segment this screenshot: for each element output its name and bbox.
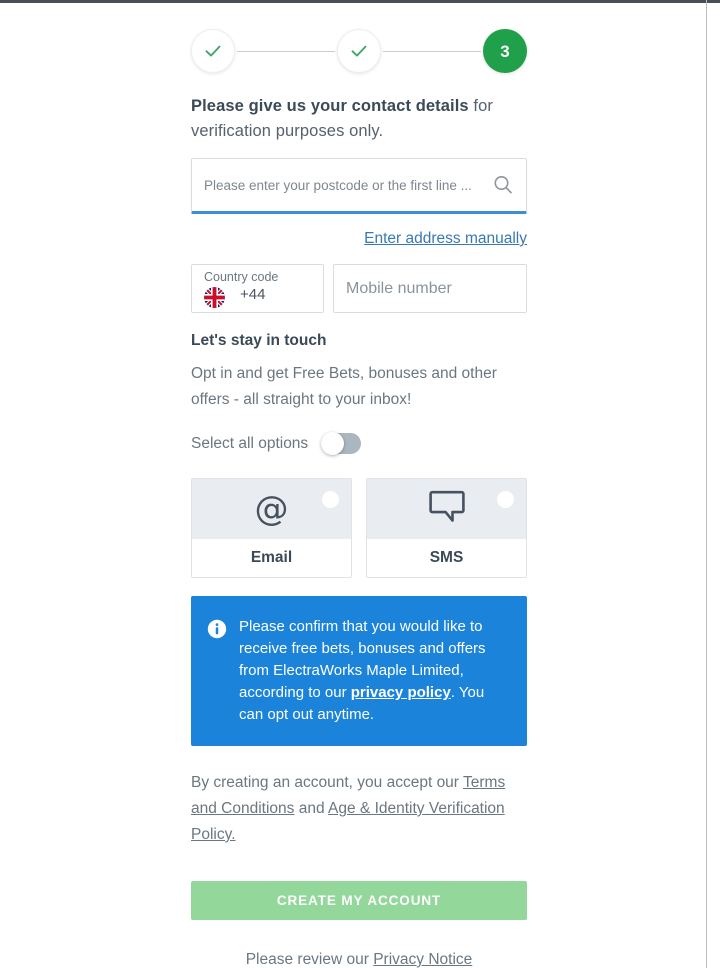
stepper-connector-2 xyxy=(383,50,481,52)
country-code-select[interactable]: Country code +44 xyxy=(191,264,324,313)
form-content: 3 Please give us your contact details fo… xyxy=(191,0,527,968)
registration-page: 3 Please give us your contact details fo… xyxy=(0,0,720,968)
mobile-number-field[interactable] xyxy=(333,264,527,313)
stay-in-touch-heading: Let's stay in touch xyxy=(191,332,327,349)
progress-stepper: 3 xyxy=(191,18,527,84)
address-search-field[interactable] xyxy=(191,158,527,214)
uk-flag-icon xyxy=(204,287,225,308)
consent-info-text: Please confirm that you would like to re… xyxy=(239,616,509,726)
stepper-step-1[interactable] xyxy=(191,29,235,73)
check-icon xyxy=(348,40,370,62)
channel-card-sms[interactable]: SMS xyxy=(366,478,527,578)
terms-part-2: and xyxy=(294,800,329,817)
terms-text: By creating an account, you accept our T… xyxy=(191,770,527,848)
enter-address-manually-link[interactable]: Enter address manually xyxy=(364,230,527,247)
dial-code-value: +44 xyxy=(240,286,266,303)
privacy-policy-link[interactable]: privacy policy xyxy=(351,684,451,701)
terms-part-1: By creating an account, you accept our xyxy=(191,774,463,791)
channel-card-email-radio[interactable] xyxy=(322,491,339,508)
country-code-label: Country code xyxy=(204,270,279,284)
check-icon xyxy=(202,40,224,62)
select-all-label: Select all options xyxy=(191,434,309,452)
channel-card-email-label: Email xyxy=(192,539,351,577)
privacy-notice-text: Please review our xyxy=(245,951,374,968)
stay-in-touch-body: Opt in and get Free Bets, bonuses and ot… xyxy=(191,365,497,408)
create-my-account-button[interactable]: CREATE MY ACCOUNT xyxy=(191,881,527,920)
toggle-knob xyxy=(321,432,345,455)
privacy-notice-link[interactable]: Privacy Notice xyxy=(373,951,472,968)
channel-card-sms-radio[interactable] xyxy=(497,491,514,508)
select-all-row: Select all options xyxy=(191,432,527,455)
select-all-toggle[interactable] xyxy=(321,432,362,455)
at-sign-icon: @ xyxy=(254,489,289,529)
channel-cards: @ Email SMS xyxy=(191,478,527,578)
right-divider xyxy=(706,0,707,968)
channel-card-email[interactable]: @ Email xyxy=(191,478,352,578)
stepper-step-3-label: 3 xyxy=(500,41,510,61)
page-title: Please give us your contact details for … xyxy=(191,94,527,144)
manual-address-row: Enter address manually xyxy=(191,230,527,248)
page-title-bold: Please give us your contact details xyxy=(191,97,469,115)
channel-card-sms-label: SMS xyxy=(367,539,526,577)
info-circle-icon xyxy=(207,619,227,639)
stepper-step-2[interactable] xyxy=(337,29,381,73)
address-search-input[interactable] xyxy=(204,159,474,211)
search-icon[interactable] xyxy=(491,173,515,197)
consent-info-box: Please confirm that you would like to re… xyxy=(191,596,527,746)
channel-card-sms-icon-area xyxy=(367,479,526,539)
channel-card-email-icon-area: @ xyxy=(192,479,351,539)
phone-row: Country code +44 Mobile number xyxy=(191,264,527,313)
mobile-number-input[interactable] xyxy=(334,265,526,312)
privacy-notice-row: Please review our Privacy Notice xyxy=(191,951,527,968)
stepper-step-3[interactable]: 3 xyxy=(483,29,527,73)
stepper-connector-1 xyxy=(237,50,335,52)
speech-bubble-icon xyxy=(428,490,465,528)
